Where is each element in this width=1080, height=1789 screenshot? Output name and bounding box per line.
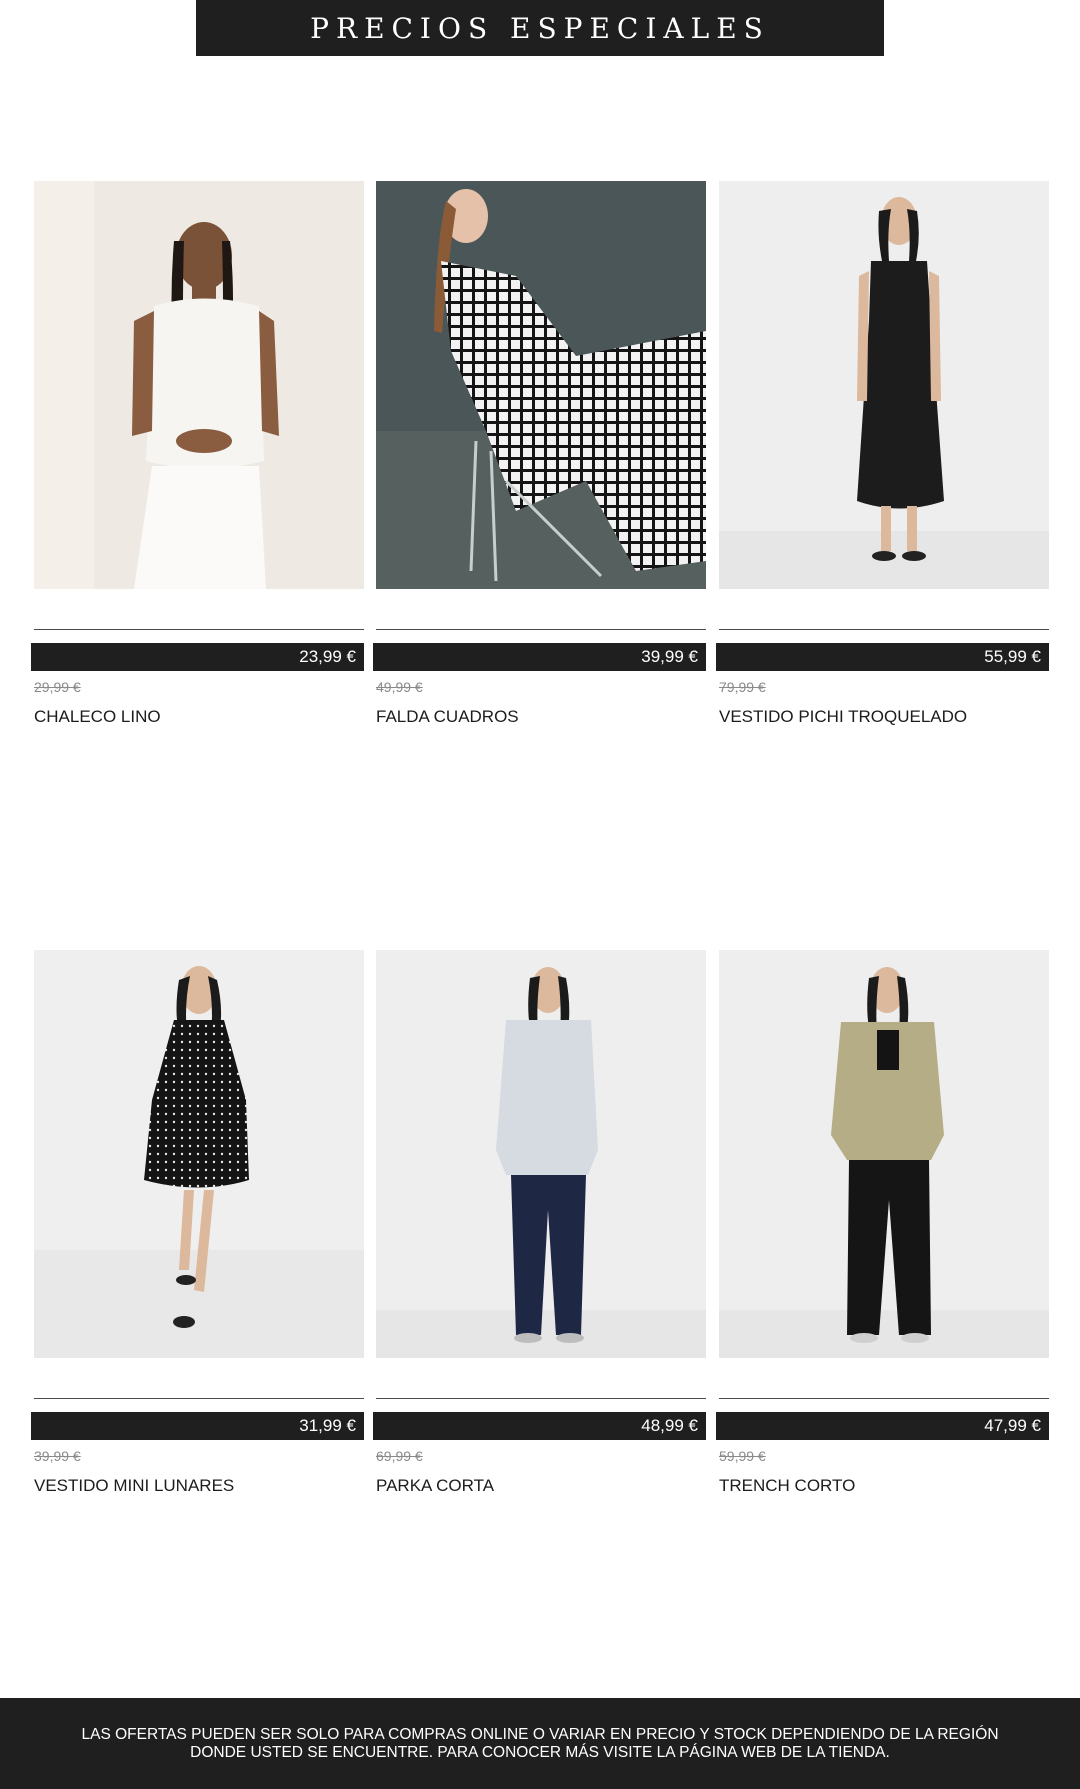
product-image[interactable] <box>376 950 706 1358</box>
sale-price: 31,99 € <box>31 1412 364 1440</box>
polka-dot-mini-dress-photo <box>34 950 364 1358</box>
divider <box>34 629 364 630</box>
product-name[interactable]: PARKA CORTA <box>376 1466 494 1506</box>
product-name[interactable]: VESTIDO PICHI TROQUELADO <box>719 697 967 737</box>
product-image[interactable] <box>376 181 706 589</box>
product-name[interactable]: TRENCH CORTO <box>719 1466 855 1506</box>
page-title-banner: PRECIOS ESPECIALES <box>196 0 884 56</box>
product-image[interactable] <box>34 950 364 1358</box>
divider <box>719 629 1049 630</box>
white-linen-vest-photo <box>34 181 364 589</box>
sale-price: 47,99 € <box>716 1412 1049 1440</box>
product-name[interactable]: FALDA CUADROS <box>376 697 519 737</box>
product-name[interactable]: CHALECO LINO <box>34 697 161 737</box>
checked-skirt-photo <box>376 181 706 589</box>
divider <box>376 629 706 630</box>
product-image[interactable] <box>719 181 1049 589</box>
divider <box>34 1398 364 1399</box>
disclaimer-line-2: DONDE USTED SE ENCUENTRE. PARA CONOCER M… <box>190 1743 890 1761</box>
divider <box>376 1398 706 1399</box>
footer-disclaimer: LAS OFERTAS PUEDEN SER SOLO PARA COMPRAS… <box>0 1698 1080 1789</box>
sale-price: 48,99 € <box>373 1412 706 1440</box>
short-trench-photo <box>719 950 1049 1358</box>
divider <box>719 1398 1049 1399</box>
black-pinafore-dress-photo <box>719 181 1049 589</box>
promo-page: PRECIOS ESPECIALES 23,99 € 29,99 € CHALE… <box>0 0 1080 1789</box>
short-parka-photo <box>376 950 706 1358</box>
disclaimer-line-1: LAS OFERTAS PUEDEN SER SOLO PARA COMPRAS… <box>81 1725 999 1743</box>
product-image[interactable] <box>34 181 364 589</box>
sale-price: 39,99 € <box>373 643 706 671</box>
sale-price: 23,99 € <box>31 643 364 671</box>
product-name[interactable]: VESTIDO MINI LUNARES <box>34 1466 234 1506</box>
page-title: PRECIOS ESPECIALES <box>310 11 770 45</box>
sale-price: 55,99 € <box>716 643 1049 671</box>
product-image[interactable] <box>719 950 1049 1358</box>
